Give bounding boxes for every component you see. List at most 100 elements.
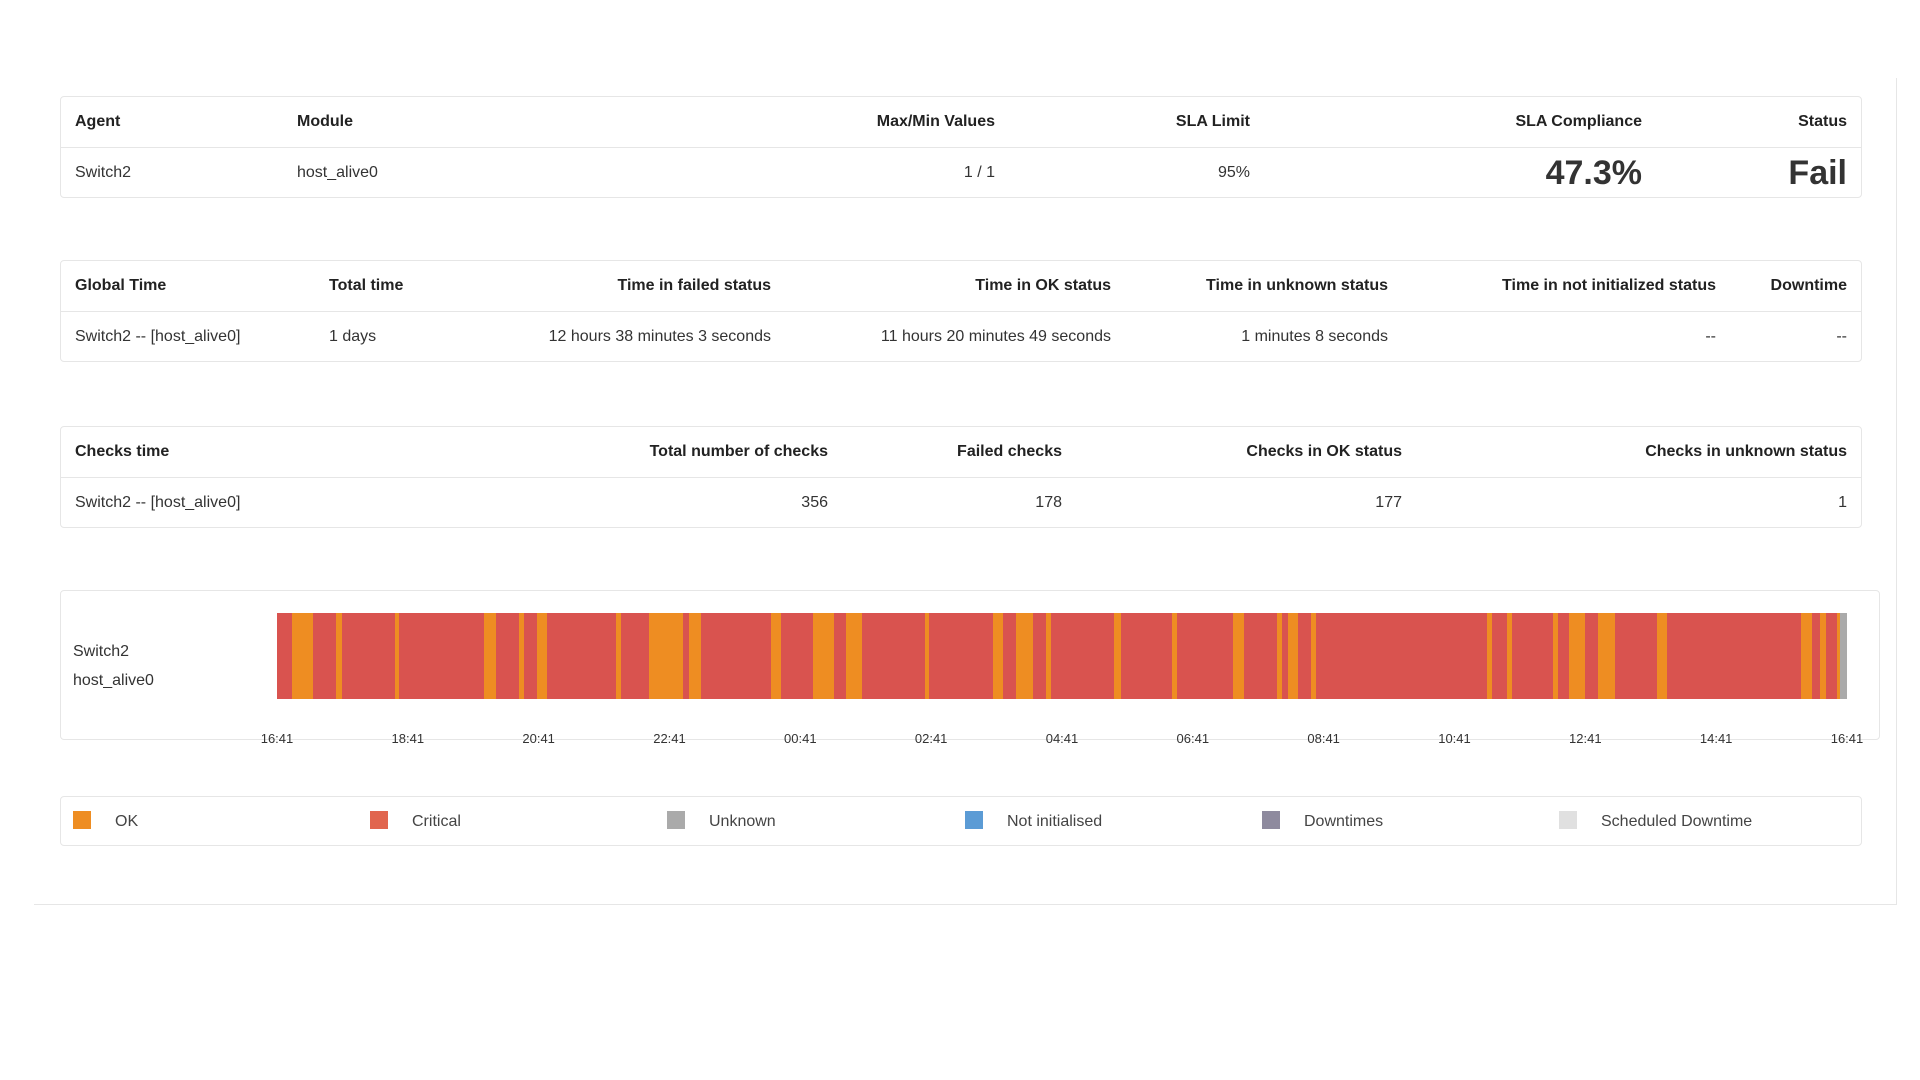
timeline-segment-critical [1667,613,1802,699]
timeline-segment-critical [1492,613,1508,699]
legend-label: Unknown [709,813,776,830]
timeline-segment-ok [1233,613,1245,699]
timeline-segment-critical [547,613,617,699]
module-value: host_alive0 [297,164,378,181]
time-tick-label: 18:41 [391,731,425,746]
ok-checks-value: 177 [1375,494,1402,511]
total-checks-value: 356 [801,494,828,511]
timeline-bar: 16:41 18:41 20:41 22:41 00:41 02:41 04:41 06:41… [261,613,1863,746]
timeline-segment-ok [993,613,1004,699]
col-sla-compliance: SLA Compliance [1515,113,1642,130]
legend-swatch [370,810,388,829]
timeline-segment-ok [1287,613,1298,699]
chart-module-label: host_alive0 [73,672,154,689]
legend-swatch [667,810,685,829]
timeline-segment-critical [1243,613,1278,699]
legend-swatch [965,810,983,829]
timeline-segment-critical [621,613,650,699]
legend-item: Scheduled Downtime [1559,797,1752,847]
timeline-segment-critical [1297,613,1312,699]
legend-swatch [1559,810,1577,829]
timeline-segment-critical [1032,613,1047,699]
legend-item: Critical [370,797,461,847]
downtime-value: -- [1836,328,1847,345]
time-tick-label: 00:41 [784,731,817,746]
checks-table: Checks time Total number of checks Faile… [60,426,1862,528]
legend-label: Not initialised [1007,813,1103,830]
timeline-segment-critical [342,613,396,699]
time-tick-label: 16:41 [260,731,294,746]
col-time-not-initialized: Time in not initialized status [1502,277,1716,294]
sla-limit-value: 95% [1217,164,1250,181]
time-tick-label: 22:41 [653,731,686,746]
agent-value: Switch2 [75,164,132,181]
timeline-segment-ok [648,613,684,699]
timeline-segment-critical [399,613,485,699]
legend-item: OK [73,797,138,847]
timeline-segment-critical [1120,613,1173,699]
legend-label: Downtimes [1304,813,1384,830]
timeline-segment-ok [770,613,782,699]
table-row: Switch2 -- [host_alive0] 1 days 12 hours… [61,312,1861,362]
status-value: Fail [1788,154,1847,192]
timeline-segment-critical [1585,613,1599,699]
timeline-segment-critical [1826,613,1838,699]
col-maxmin: Max/Min Values [876,113,995,130]
chart-row-label: Switch2 host_alive0 [73,637,154,695]
col-module: Module [297,113,353,130]
timeline-segment-ok [1657,613,1668,699]
time-axis: 16:41 18:41 20:41 22:41 00:41 02:41 04:41 06:41… [261,731,1864,751]
table-header: Agent Module Max/Min Values SLA Limit SL… [61,97,1861,148]
col-total-time: Total time [329,277,404,294]
table-header: Global Time Total time Time in failed st… [61,261,1861,312]
legend-label: Scheduled Downtime [1601,813,1753,830]
legend-swatch [1262,810,1280,829]
global-time-value: Switch2 -- [host_alive0] [75,328,241,345]
timeline-segment-ok [1801,613,1813,699]
checks-time-value: Switch2 -- [host_alive0] [75,494,241,511]
time-unknown-value: 1 minutes 8 seconds [1241,328,1388,345]
legend: OK Critical Unknown Not initialised Downtime… [60,796,1862,846]
timeline-segment-ok [846,613,863,699]
time-not-initialized-value: -- [1705,328,1716,345]
legend-item: Unknown [667,797,776,847]
col-time-ok: Time in OK status [975,277,1111,294]
col-time-failed: Time in failed status [617,277,771,294]
table-row: Switch2 host_alive0 1 / 1 95% 47.3% Fail [61,148,1861,198]
table-header: Checks time Total number of checks Faile… [61,427,1861,478]
unknown-checks-value: 1 [1838,494,1847,511]
timeline-segment-critical [1003,613,1017,699]
timeline-segment-unknown [1840,613,1848,699]
time-tick-label: 06:41 [1176,731,1210,746]
col-ok-checks: Checks in OK status [1246,443,1402,460]
timeline-segment-ok [1598,613,1616,699]
timeline-segment-critical [1315,613,1488,699]
time-tick-label: 08:41 [1307,731,1340,746]
col-unknown-checks: Checks in unknown status [1645,443,1847,460]
legend-item: Downtimes [1262,797,1383,847]
timeline-segment-ok [689,613,702,699]
chart-agent-label: Switch2 [73,643,130,660]
col-time-unknown: Time in unknown status [1206,277,1388,294]
legend-item: Not initialised [965,797,1102,847]
table-row: Switch2 -- [host_alive0] 356 178 177 1 [61,478,1861,528]
timeline-segment-critical [1614,613,1658,699]
timeline-segment-ok [536,613,548,699]
time-table: Global Time Total time Time in failed st… [60,260,1862,362]
sla-compliance-value: 47.3% [1545,154,1642,192]
timeline-segment-ok [292,613,314,699]
timeline-segment-critical [312,613,337,699]
col-checks-time: Checks time [75,443,170,460]
col-sla-limit: SLA Limit [1175,113,1250,130]
time-tick-label: 04:41 [1045,731,1079,746]
status-timeline-chart: Switch2 host_alive0 16:41 18:41 20:41 22:41… [60,590,1880,746]
sla-summary-table: Agent Module Max/Min Values SLA Limit SL… [60,96,1862,198]
timeline-segment-ok [1568,613,1586,699]
col-status: Status [1798,113,1847,130]
col-downtime: Downtime [1770,277,1847,294]
col-global-time: Global Time [75,277,167,294]
timeline-segment-ok [484,613,497,699]
timeline-segment-ok [1016,613,1034,699]
timeline-segment-critical [780,613,814,699]
time-tick-label: 12:41 [1569,731,1602,746]
